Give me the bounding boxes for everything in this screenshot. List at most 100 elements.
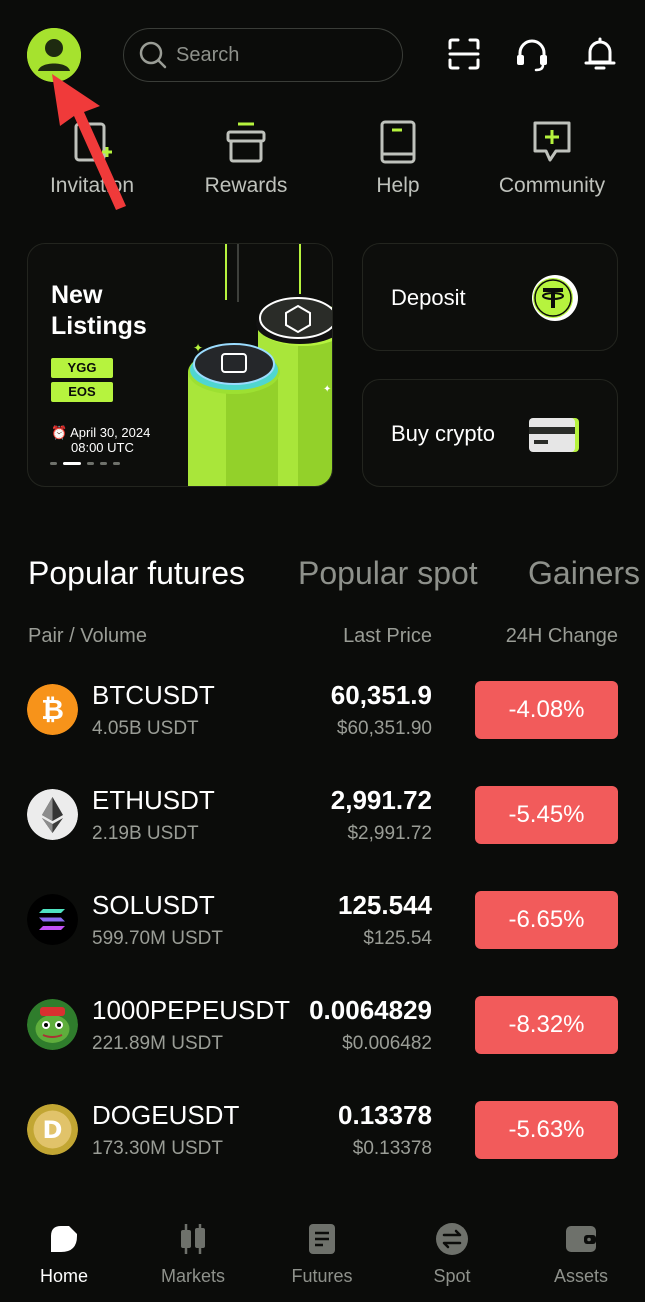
- pair-name: 1000PEPEUSDT: [92, 995, 290, 1025]
- pair-name: SOLUSDT: [92, 890, 215, 920]
- banner-title-line2: Listings: [51, 312, 147, 340]
- last-price: 0.13378: [338, 1100, 432, 1130]
- headset-icon[interactable]: [514, 36, 550, 72]
- change-badge: -8.32%: [475, 996, 618, 1054]
- nav-assets[interactable]: Assets: [526, 1222, 636, 1287]
- svg-text:D: D: [43, 1116, 63, 1144]
- pair-volume: 221.89M USDT: [92, 1033, 223, 1054]
- banner-date-text: April 30, 2024: [70, 425, 151, 440]
- buy-crypto-card[interactable]: Buy crypto: [362, 379, 618, 487]
- tab-popular-futures[interactable]: Popular futures: [28, 555, 245, 592]
- last-price-usd: $0.13378: [352, 1138, 432, 1159]
- doge-icon: D: [27, 1104, 78, 1155]
- shortcut-label: Community: [498, 174, 606, 197]
- nav-markets[interactable]: Markets: [138, 1222, 248, 1287]
- shortcut-label: Rewards: [204, 174, 288, 197]
- avatar-icon[interactable]: [27, 28, 81, 82]
- table-row[interactable]: ₿ BTCUSDT 4.05B USDT 60,351.9 $60,351.90…: [0, 680, 645, 785]
- carousel-dots: [50, 462, 120, 465]
- shortcut-rewards[interactable]: Rewards: [171, 112, 321, 198]
- tether-icon: [532, 275, 578, 321]
- carousel-dot: [113, 462, 120, 465]
- svg-text:✦: ✦: [193, 341, 203, 355]
- market-tabs: Popular futures Popular spot Gainers: [28, 555, 645, 605]
- invitation-icon: [74, 122, 112, 162]
- clock-icon: ⏰: [51, 425, 68, 440]
- banner-title-line1: New: [51, 281, 103, 309]
- shortcut-invitation[interactable]: Invitation: [17, 112, 167, 198]
- change-badge: -5.45%: [475, 786, 618, 844]
- pair-name: DOGEUSDT: [92, 1100, 240, 1130]
- shortcut-label: Invitation: [49, 174, 135, 197]
- table-row[interactable]: 1000PEPEUSDT 221.89M USDT 0.0064829 $0.0…: [0, 995, 645, 1100]
- top-bar: [0, 0, 645, 110]
- last-price: 60,351.9: [330, 680, 432, 710]
- pair-volume: 173.30M USDT: [92, 1138, 223, 1159]
- pepe-icon: [27, 999, 78, 1050]
- search-input[interactable]: [176, 43, 376, 67]
- last-price: 0.0064829: [309, 995, 432, 1025]
- banner-date: ⏰ April 30, 2024 08:00 UTC: [51, 425, 150, 455]
- scan-icon[interactable]: [446, 36, 482, 72]
- carousel-dot-active: [63, 462, 81, 465]
- gift-icon: [226, 122, 266, 163]
- nav-label: Home: [39, 1266, 88, 1286]
- deposit-label: Deposit: [391, 285, 466, 310]
- carousel-dot: [87, 462, 94, 465]
- table-row[interactable]: ETHUSDT 2.19B USDT 2,991.72 $2,991.72 -5…: [0, 785, 645, 890]
- search-bar[interactable]: [123, 28, 403, 82]
- svg-text:₿: ₿: [41, 693, 64, 726]
- pair-name: ETHUSDT: [92, 785, 215, 815]
- column-header-pair: Pair / Volume: [28, 625, 147, 647]
- nav-spot[interactable]: Spot: [397, 1222, 507, 1287]
- last-price-usd: $60,351.90: [336, 718, 432, 739]
- shortcut-row: Invitation Rewards Help Community: [0, 112, 645, 212]
- change-badge: -6.65%: [475, 891, 618, 949]
- pair-volume: 599.70M USDT: [92, 928, 223, 949]
- listing-tag: EOS: [51, 382, 113, 402]
- bottom-navigation: Home Markets Futures Spot Assets: [0, 1212, 645, 1302]
- shortcut-community[interactable]: Community: [477, 112, 627, 198]
- last-price: 2,991.72: [330, 785, 432, 815]
- futures-icon: [309, 1224, 335, 1254]
- candlestick-icon: [181, 1224, 205, 1254]
- tab-gainers[interactable]: Gainers: [528, 555, 640, 592]
- credit-card-icon: [529, 418, 579, 452]
- listing-tag: YGG: [51, 358, 113, 378]
- nav-futures[interactable]: Futures: [267, 1222, 377, 1287]
- pair-volume: 4.05B USDT: [92, 718, 199, 739]
- tab-popular-spot[interactable]: Popular spot: [298, 555, 478, 592]
- change-badge: -5.63%: [475, 1101, 618, 1159]
- exchange-icon: [436, 1223, 468, 1255]
- column-header-price: Last Price: [343, 625, 432, 647]
- svg-text:✦: ✦: [323, 384, 331, 395]
- shortcut-help[interactable]: Help: [323, 112, 473, 198]
- nav-label: Assets: [553, 1266, 609, 1286]
- home-icon: [51, 1226, 77, 1252]
- last-price-usd: $0.006482: [342, 1033, 432, 1054]
- carousel-dot: [50, 462, 57, 465]
- change-badge: -4.08%: [475, 681, 618, 739]
- shortcut-label: Help: [376, 174, 420, 197]
- book-icon: [380, 120, 416, 164]
- btc-icon: ₿: [27, 684, 78, 735]
- nav-home[interactable]: Home: [9, 1222, 119, 1287]
- pair-volume: 2.19B USDT: [92, 823, 199, 844]
- bell-icon[interactable]: [582, 36, 618, 72]
- nav-label: Markets: [160, 1266, 225, 1286]
- deposit-card[interactable]: Deposit: [362, 243, 618, 351]
- banner-coins-illustration-icon: ✦ ✦: [188, 244, 332, 486]
- last-price-usd: $125.54: [363, 928, 432, 949]
- nav-label: Futures: [291, 1266, 353, 1286]
- new-listings-banner[interactable]: New Listings YGG EOS ⏰ April 30, 2024 08…: [27, 243, 333, 487]
- wallet-icon: [566, 1226, 596, 1252]
- chat-plus-icon: [533, 121, 571, 162]
- sol-icon: [27, 894, 78, 945]
- table-row[interactable]: SOLUSDT 599.70M USDT 125.544 $125.54 -6.…: [0, 890, 645, 995]
- search-icon: [138, 40, 168, 70]
- carousel-dot: [100, 462, 107, 465]
- pair-name: BTCUSDT: [92, 680, 215, 710]
- eth-icon: [27, 789, 78, 840]
- last-price: 125.544: [338, 890, 432, 920]
- table-row[interactable]: D DOGEUSDT 173.30M USDT 0.13378 $0.13378…: [0, 1100, 645, 1205]
